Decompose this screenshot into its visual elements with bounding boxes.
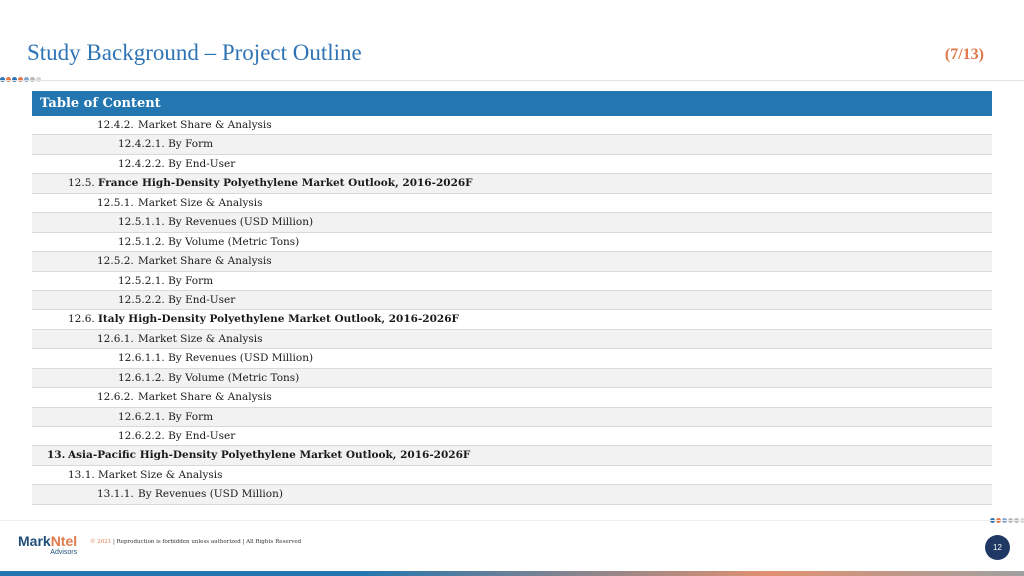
- toc-heading: Table of Content: [32, 91, 992, 116]
- toc-row-label: 12.6.1.2. By Volume (Metric Tons): [118, 371, 300, 384]
- toc-row-label: 12.6.1.1. By Revenues (USD Million): [118, 352, 314, 365]
- toc-row-label: Asia-Pacific High-Density Polyethylene M…: [68, 449, 471, 462]
- toc-row: 13. Asia-Pacific High-Density Polyethylen…: [32, 446, 992, 466]
- toc-row-label: France High-Density Polyethylene Market …: [98, 177, 473, 190]
- toc-row-label: 12.6.2.2. By End-User: [118, 430, 236, 442]
- header-divider: [0, 80, 1024, 81]
- toc-row: 12.5.2. Market Share & Analysis: [32, 252, 992, 272]
- slide-header: Study Background – Project Outline (7/13…: [0, 0, 1024, 82]
- page-indicator: (7/13): [944, 46, 984, 63]
- toc-row: 12.5.2.2. By End-User: [32, 290, 992, 311]
- toc-row: 12.6. Italy High-Density Polyethylene Mar…: [32, 310, 992, 330]
- toc-row-label: 12.5.2.1. By Form: [118, 274, 214, 287]
- bottom-color-bar: [0, 571, 1024, 576]
- toc-row-number: 12.5.: [68, 177, 95, 190]
- toc-row: 12.6.2.1. By Form: [32, 407, 992, 427]
- copyright-notice: © 2021 | Reproduction is forbidden unles…: [90, 539, 301, 545]
- toc-row: 12.5.1.2. By Volume (Metric Tons): [32, 233, 992, 253]
- footer-divider: [0, 520, 1024, 521]
- toc-row-number: 12.6.2.: [97, 391, 134, 404]
- toc-row-number: 12.6.: [68, 313, 95, 326]
- toc-row: 12.6.2. Market Share & Analysis: [32, 388, 992, 408]
- toc-row: 12.5.2.1. By Form: [32, 272, 992, 291]
- toc-row-label: By Revenues (USD Million): [138, 488, 283, 501]
- toc-row-number: 12.6.1.: [97, 332, 134, 345]
- toc-row: 12.5. France High-Density Polyethylene Ma…: [32, 174, 992, 194]
- table-of-content: Table of Content 12.4.2. Market Share & A…: [32, 91, 992, 505]
- toc-row-label: Market Share & Analysis: [138, 119, 272, 131]
- toc-row-label: 12.5.2.2. By End-User: [118, 293, 236, 306]
- toc-row: 12.4.2. Market Share & Analysis: [32, 116, 992, 136]
- toc-row-label: 12.4.2.2. By End-User: [118, 157, 236, 170]
- toc-row: 12.4.2.2. By End-User: [32, 155, 992, 175]
- toc-row-label: Market Size & Analysis: [98, 468, 223, 481]
- toc-row: 13.1. Market Size & Analysis: [32, 466, 992, 486]
- page-number-badge: 12: [985, 535, 1010, 560]
- toc-row-label: 12.5.1.2. By Volume (Metric Tons): [118, 235, 300, 248]
- toc-row-number: 13.: [47, 449, 66, 462]
- toc-row: 13.1.1. By Revenues (USD Million): [32, 485, 992, 505]
- logo-subtext: Advisors: [50, 549, 78, 556]
- toc-row-number: 12.5.2.: [97, 255, 134, 268]
- company-logo: MarkNtel Advisors: [18, 534, 77, 556]
- toc-row-label: Market Size & Analysis: [138, 332, 263, 345]
- toc-row-label: 12.5.1.1. By Revenues (USD Million): [118, 216, 314, 229]
- toc-row: 12.5.1. Market Size & Analysis: [32, 194, 992, 214]
- page-title: Study Background – Project Outline: [27, 40, 362, 65]
- toc-row-label: Market Size & Analysis: [138, 196, 263, 209]
- copyright-text: | Reproduction is forbidden unless autho…: [111, 539, 302, 545]
- logo-text-primary: Mark: [18, 533, 51, 549]
- toc-row-number: 13.1.1.: [97, 488, 134, 501]
- toc-row-label: Italy High-Density Polyethylene Market O…: [98, 313, 459, 326]
- copyright-year: © 2021: [90, 539, 112, 545]
- toc-row-number: 13.1.: [68, 468, 95, 481]
- toc-row-label: Market Share & Analysis: [138, 391, 272, 404]
- toc-row: 12.6.1.2. By Volume (Metric Tons): [32, 368, 992, 389]
- logo-text-accent: Ntel: [50, 533, 78, 549]
- toc-row: 12.4.2.1. By Form: [32, 135, 992, 155]
- toc-row: 12.5.1.1. By Revenues (USD Million): [32, 213, 992, 233]
- toc-row-number: 12.5.1.: [97, 196, 134, 209]
- toc-row: 12.6.1. Market Size & Analysis: [32, 329, 992, 350]
- toc-row-number: 12.4.2.: [97, 119, 134, 131]
- toc-row: 12.6.1.1. By Revenues (USD Million): [32, 349, 992, 369]
- toc-row-label: Market Share & Analysis: [138, 255, 272, 268]
- toc-row-label: 12.4.2.1. By Form: [118, 138, 214, 151]
- toc-row-label: 12.6.2.1. By Form: [118, 410, 214, 423]
- toc-row: 12.6.2.2. By End-User: [32, 427, 992, 447]
